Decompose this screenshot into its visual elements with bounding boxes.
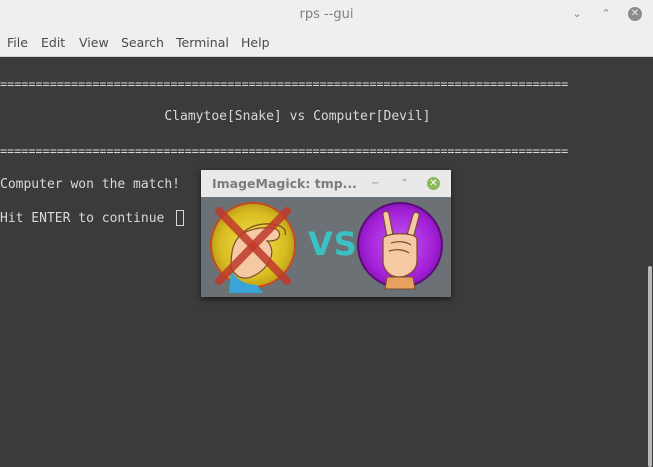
- snake-hand-icon: [210, 202, 296, 293]
- terminal-line-prompt: Hit ENTER to continue: [0, 211, 173, 226]
- maximize-button[interactable]: ⌃: [599, 7, 613, 21]
- menu-edit[interactable]: Edit: [41, 35, 65, 50]
- devil-horns-hand-icon: [357, 202, 443, 290]
- menu-terminal[interactable]: Terminal: [176, 35, 229, 50]
- imagemagick-window: ImageMagick: tmp... − ⌃ ✕ VS: [201, 170, 451, 297]
- scrollbar[interactable]: [648, 266, 652, 467]
- close-button[interactable]: ✕: [628, 7, 642, 21]
- terminal-line-result: Computer won the match!: [0, 177, 181, 192]
- popup-minimize-button[interactable]: −: [369, 177, 382, 190]
- menu-help[interactable]: Help: [241, 35, 270, 50]
- minimize-button[interactable]: ⌄: [570, 7, 584, 21]
- popup-maximize-button[interactable]: ⌃: [398, 177, 411, 190]
- popup-title-bar[interactable]: ImageMagick: tmp... − ⌃ ✕: [201, 170, 451, 197]
- popup-close-button[interactable]: ✕: [427, 177, 440, 190]
- window-title: rps --gui: [299, 7, 354, 22]
- terminal-cursor: [176, 210, 184, 226]
- menu-bar: File Edit View Search Terminal Help: [0, 30, 653, 57]
- menu-view[interactable]: View: [79, 35, 109, 50]
- terminal-line-separator-top: ========================================…: [0, 77, 569, 91]
- menu-search[interactable]: Search: [121, 35, 164, 50]
- terminal-line-separator-bottom: ========================================…: [0, 144, 569, 158]
- popup-image: VS: [201, 197, 451, 297]
- menu-file[interactable]: File: [7, 35, 28, 50]
- vs-label: VS: [308, 225, 358, 263]
- terminal-line-matchup: Clamytoe[Snake] vs Computer[Devil]: [0, 109, 431, 124]
- popup-title: ImageMagick: tmp...: [212, 176, 357, 191]
- title-bar[interactable]: rps --gui ⌄ ⌃ ✕: [0, 0, 653, 31]
